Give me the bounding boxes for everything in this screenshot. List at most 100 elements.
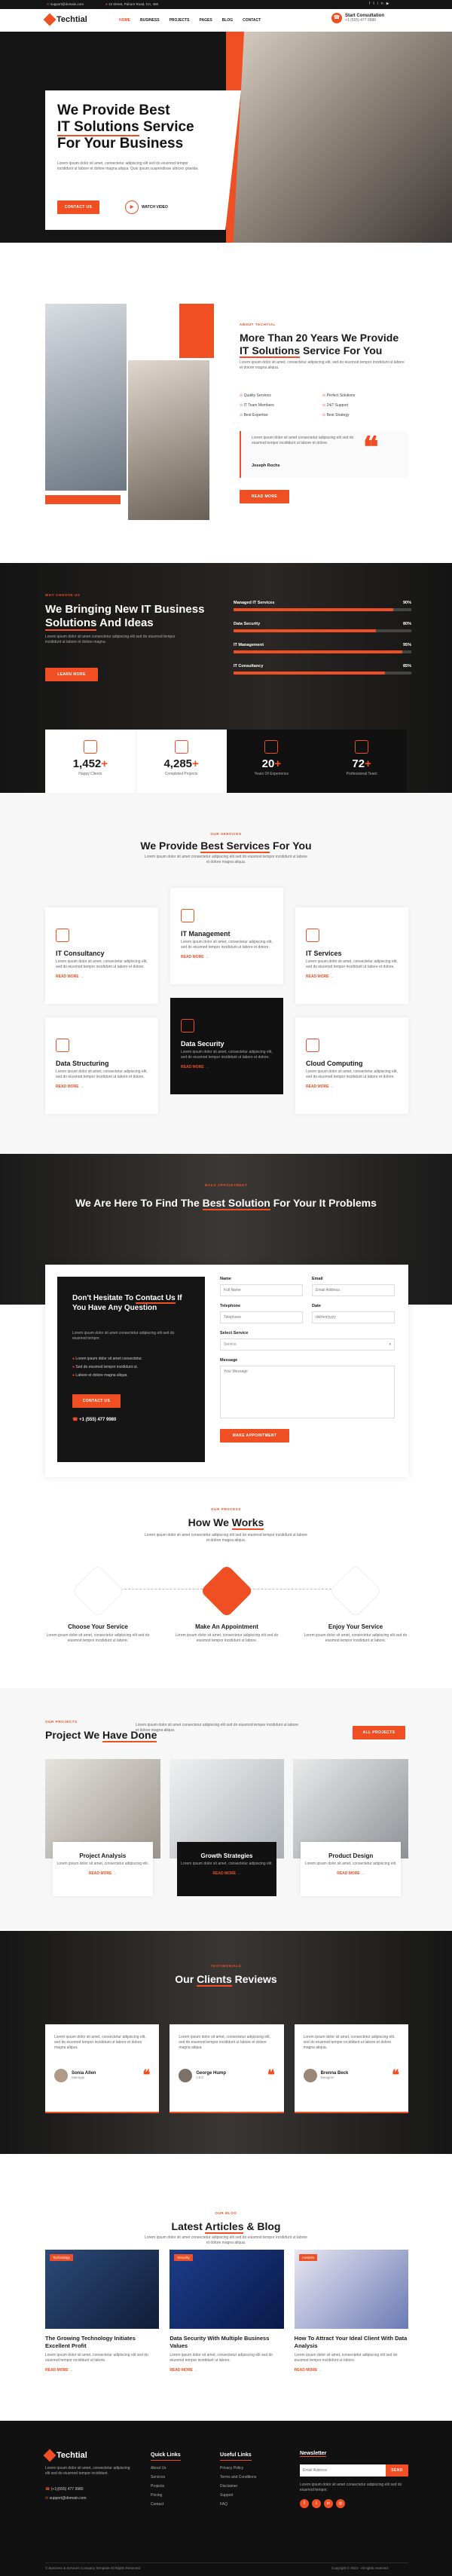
contact-box-text: Lorem ipsum dolor sit amet consectetur a… bbox=[72, 1331, 175, 1341]
projects-tag: OUR PROJECTS bbox=[45, 1720, 78, 1724]
email-input[interactable] bbox=[312, 1284, 395, 1296]
service-read-more[interactable]: READ MORE → bbox=[181, 1065, 273, 1069]
project-card-active[interactable]: Growth Strategies Lorem ipsum dolor sit … bbox=[169, 1759, 285, 1902]
name-input[interactable] bbox=[220, 1284, 303, 1296]
logo[interactable]: Techtial bbox=[43, 13, 87, 26]
about-read-more-button[interactable]: READ MORE bbox=[240, 490, 289, 503]
footer-link[interactable]: Terms and Conditions bbox=[220, 2473, 256, 2482]
footer-link[interactable]: Support bbox=[220, 2491, 256, 2500]
appointment-title: We Are Here To Find The Best Solution Fo… bbox=[75, 1197, 377, 1210]
skill-bars: Managed IT Services 90% Data Security 80% … bbox=[234, 601, 411, 675]
newsletter-email-input[interactable] bbox=[300, 2464, 386, 2477]
nav-home[interactable]: HOME bbox=[119, 18, 130, 23]
footer-logo[interactable]: Techtial bbox=[43, 2449, 87, 2462]
footer-quick-links: Quick Links About Us Services Projects P… bbox=[151, 2451, 181, 2509]
nav-contact[interactable]: CONTACT bbox=[243, 18, 261, 23]
contact-box-title: Don't Hesitate To Contact Us If You Have… bbox=[72, 1294, 182, 1312]
instagram-icon[interactable]: ◎ bbox=[336, 2499, 345, 2508]
blog-image: Security bbox=[170, 2250, 284, 2329]
footer-link[interactable]: FAQ bbox=[220, 2500, 256, 2509]
service-card[interactable]: IT Consultancy Lorem ipsum dolor sit ame… bbox=[45, 907, 158, 1004]
project-card[interactable]: Product Design Lorem ipsum dolor sit ame… bbox=[293, 1759, 409, 1902]
footer-link[interactable]: About Us bbox=[151, 2464, 181, 2473]
footer-link[interactable]: Privacy Policy bbox=[220, 2464, 256, 2473]
hero-title: We Provide Best IT Solutions Service For… bbox=[57, 102, 194, 151]
twitter-icon[interactable]: t bbox=[312, 2499, 321, 2508]
skill-bar: Data Security 80% bbox=[234, 622, 411, 632]
make-appointment-button[interactable]: MAKE APPOINTMENT bbox=[220, 1429, 289, 1442]
blog-title: Latest Articles & Blog bbox=[171, 2220, 281, 2234]
youtube-icon[interactable]: ▶ bbox=[386, 2, 392, 6]
stats-bar: 1,452+ Happy Clients 4,285+ Completed Pr… bbox=[45, 730, 407, 793]
phone-icon: ☎ bbox=[331, 13, 342, 23]
service-read-more[interactable]: READ MORE → bbox=[181, 955, 273, 959]
service-card[interactable]: IT Services Lorem ipsum dolor sit amet, … bbox=[295, 907, 408, 1004]
services-tag: OUR SERVICES bbox=[210, 832, 242, 836]
blog-tag: OUR BLOG bbox=[215, 2211, 237, 2215]
message-textarea[interactable] bbox=[220, 1366, 395, 1418]
services-title: We Provide Best Services For You bbox=[140, 840, 312, 853]
nav-pages[interactable]: PAGES bbox=[200, 18, 212, 23]
top-bar-email[interactable]: ✉ support@domain.com bbox=[47, 2, 84, 7]
consult-phone: +1 (555) 477 9980 bbox=[345, 18, 377, 23]
logo-icon bbox=[43, 2449, 56, 2462]
blog-card[interactable]: Security Data Security With Multiple Bus… bbox=[170, 2250, 284, 2373]
footer-link[interactable]: Disclaimer bbox=[220, 2482, 256, 2491]
project-read-more[interactable]: READ MORE → bbox=[53, 1871, 153, 1876]
facebook-icon[interactable]: f bbox=[300, 2499, 309, 2508]
feature-item: ⊙ 24/7 Support bbox=[322, 403, 349, 408]
footer-copyright: © Business & Services Company Template A… bbox=[45, 2566, 141, 2570]
chevron-down-icon: ▾ bbox=[389, 1342, 391, 1347]
blog-read-more[interactable]: READ MORE → bbox=[295, 2368, 408, 2373]
footer-email[interactable]: ✉ support@domain.com bbox=[45, 2496, 87, 2501]
consult-box[interactable]: ☎ Start Consultation +1 (555) 477 9980 bbox=[331, 13, 384, 23]
feature-item: ⊙ Best Expertise bbox=[240, 413, 268, 418]
service-read-more[interactable]: READ MORE → bbox=[306, 1085, 398, 1089]
skills-learn-more-button[interactable]: LEARN MORE bbox=[45, 668, 98, 681]
blog-read-more[interactable]: READ MORE → bbox=[45, 2368, 159, 2373]
phone-icon: ☎ bbox=[72, 1418, 80, 1422]
projects-text: Lorem ipsum dolor sit amet consectetur a… bbox=[136, 1723, 298, 1733]
service-card[interactable]: Data Structuring Lorem ipsum dolor sit a… bbox=[45, 1017, 158, 1114]
footer-link[interactable]: Projects bbox=[151, 2482, 181, 2491]
blog-read-more[interactable]: READ MORE → bbox=[170, 2368, 283, 2373]
newsletter-send-button[interactable]: SEND bbox=[386, 2464, 408, 2477]
blog-card[interactable]: Technology The Growing Technology Initia… bbox=[45, 2250, 160, 2373]
project-read-more[interactable]: READ MORE → bbox=[301, 1871, 401, 1876]
linkedin-icon[interactable]: in bbox=[324, 2499, 333, 2508]
footer-phone[interactable]: ☎ (+1)(555) 477 9980 bbox=[45, 2487, 84, 2492]
footer-link[interactable]: Services bbox=[151, 2473, 181, 2482]
footer-link[interactable]: Contact bbox=[151, 2500, 181, 2509]
work-step: Choose Your Service Lorem ipsum dolor si… bbox=[45, 1564, 151, 1644]
date-input[interactable] bbox=[312, 1311, 395, 1323]
watch-video-button[interactable]: ▶ WATCH VIDEO bbox=[125, 200, 168, 214]
contact-box-button[interactable]: CONTACT US bbox=[72, 1394, 121, 1408]
contact-box-phone[interactable]: ☎ +1 (555) 477 9980 bbox=[72, 1417, 116, 1422]
nav-projects[interactable]: PROJECTS bbox=[170, 18, 190, 23]
service-card[interactable]: Cloud Computing Lorem ipsum dolor sit am… bbox=[295, 1017, 408, 1114]
service-read-more[interactable]: READ MORE → bbox=[56, 1085, 148, 1089]
footer-social: f t in ◎ bbox=[300, 2499, 408, 2508]
phone-input[interactable] bbox=[220, 1311, 303, 1323]
service-card[interactable]: IT Management Lorem ipsum dolor sit amet… bbox=[170, 888, 283, 984]
work-step: Make An Appointment Lorem ipsum dolor si… bbox=[174, 1564, 279, 1644]
main-nav: HOME BUSINESS PROJECTS PAGES BLOG CONTAC… bbox=[119, 18, 261, 23]
blog-card[interactable]: Analysis How To Attract Your Ideal Clien… bbox=[294, 2250, 408, 2373]
feature-item: ⊙ IT Team Members bbox=[240, 403, 274, 408]
play-icon: ▶ bbox=[125, 200, 139, 214]
service-read-more[interactable]: READ MORE → bbox=[306, 974, 398, 979]
hero-contact-button[interactable]: CONTACT US bbox=[57, 200, 99, 214]
nav-business[interactable]: BUSINESS bbox=[140, 18, 160, 23]
service-select[interactable]: Service ▾ bbox=[220, 1338, 395, 1351]
project-card[interactable]: Project Analysis Lorem ipsum dolor sit a… bbox=[45, 1759, 160, 1902]
project-read-more[interactable]: READ MORE → bbox=[177, 1871, 277, 1876]
brand-name: Techtial bbox=[56, 15, 87, 24]
footer-link[interactable]: Pricing bbox=[151, 2491, 181, 2500]
service-read-more[interactable]: READ MORE → bbox=[56, 974, 148, 979]
service-card-active[interactable]: Data Security Lorem ipsum dolor sit amet… bbox=[170, 998, 283, 1094]
nav-blog[interactable]: BLOG bbox=[222, 18, 233, 23]
linkedin-icon[interactable]: in bbox=[377, 2, 386, 6]
experience-icon bbox=[264, 740, 279, 754]
about-title: More Than 20 Years We Provide IT Solutio… bbox=[240, 332, 399, 358]
all-projects-button[interactable]: ALL PROJECTS bbox=[353, 1726, 405, 1739]
